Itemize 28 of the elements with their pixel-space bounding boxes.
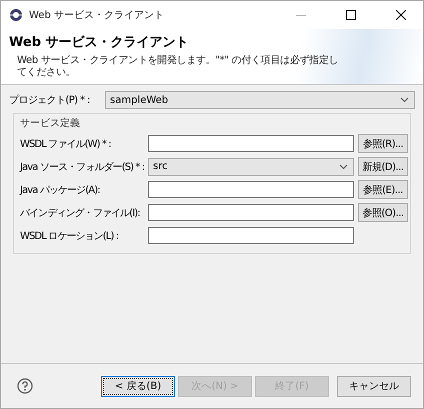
field-label: Java パッケージ(A): xyxy=(20,184,101,196)
input-field[interactable] xyxy=(148,135,354,152)
field-label: プロジェクト(P) * : xyxy=(9,94,91,107)
close-icon[interactable] xyxy=(396,10,406,20)
dialog-button[interactable]: キャンセル xyxy=(337,376,411,396)
dialog-button[interactable]: < 戻る(B) xyxy=(101,376,175,396)
page-title: Web サービス・クライアント xyxy=(9,34,190,51)
folder-dropdown[interactable]: src xyxy=(148,158,354,176)
app-icon xyxy=(9,8,23,22)
browse-button[interactable]: 参照(R)... xyxy=(358,134,408,153)
maximize-icon[interactable] xyxy=(346,10,356,20)
field-label: WSDL ロケーション(L) : xyxy=(20,230,120,242)
chevron-down-icon xyxy=(339,164,348,170)
input-field[interactable] xyxy=(148,181,354,198)
page-description: Web サービス・クライアントを開発します。"*" の付く項目は必ず指定してください。 xyxy=(16,55,340,79)
input-field[interactable] xyxy=(148,227,354,244)
browse-button[interactable]: 参照(O)... xyxy=(358,203,408,222)
browse-button[interactable]: 参照(E)... xyxy=(358,180,408,199)
project-dropdown[interactable]: sampleWeb xyxy=(105,91,415,109)
window-title: Web サービス・クライアント xyxy=(29,9,165,22)
field-label: WSDL ファイル(W) * : xyxy=(20,138,112,150)
help-icon[interactable] xyxy=(17,378,33,394)
input-field[interactable] xyxy=(148,204,354,221)
field-label: バインディング・ファイル(I): xyxy=(20,206,141,220)
group-title: サービス定義 xyxy=(20,116,81,130)
chevron-down-icon xyxy=(400,97,409,103)
browse-button[interactable]: 新規(D)... xyxy=(358,157,408,176)
field-label: Java ソース・フォルダー(S) * : xyxy=(20,160,144,174)
